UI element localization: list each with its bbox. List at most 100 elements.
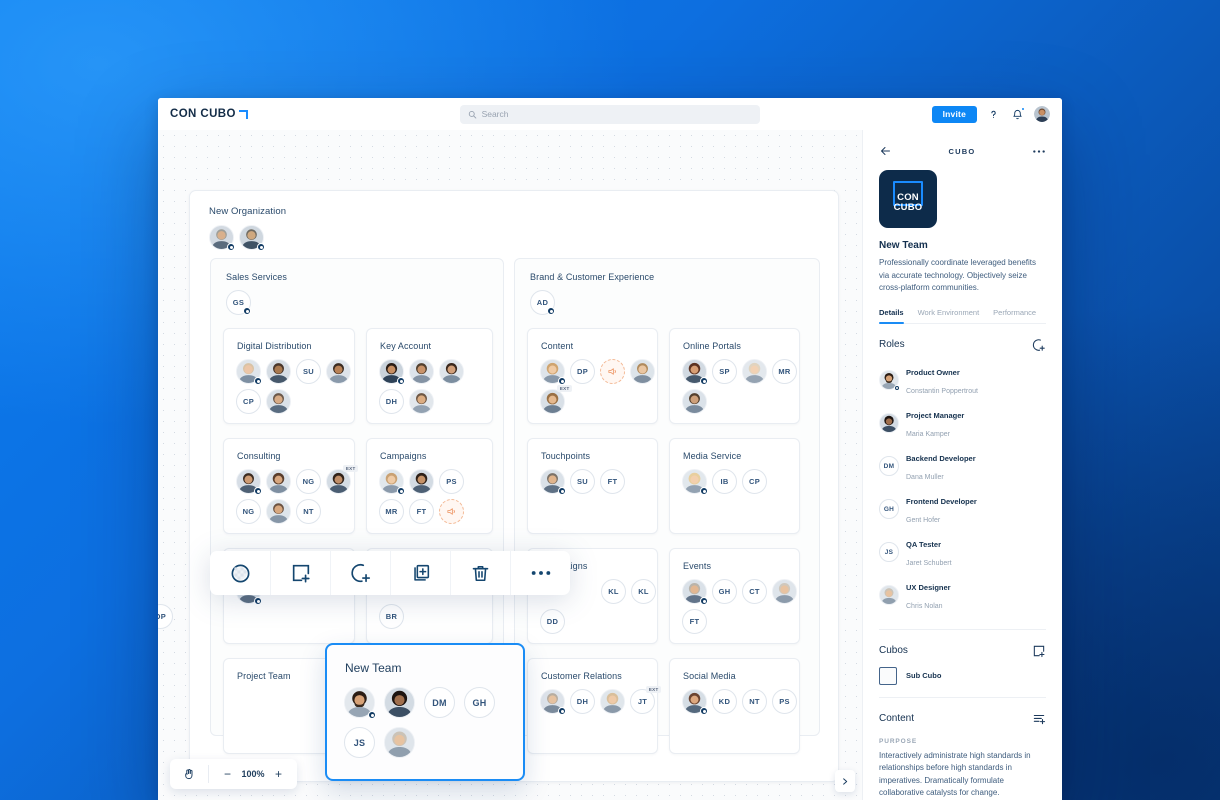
avatar[interactable]: BR bbox=[379, 604, 404, 629]
avatar[interactable] bbox=[682, 359, 708, 385]
avatar[interactable] bbox=[209, 225, 235, 251]
list-item[interactable]: Product Owner Constantin Poppertrout bbox=[879, 359, 1046, 402]
team-card-events[interactable]: Events GH CT FT bbox=[669, 548, 800, 644]
avatar[interactable]: AD bbox=[530, 290, 555, 315]
avatar[interactable]: SU bbox=[570, 469, 595, 494]
avatar[interactable] bbox=[742, 359, 767, 384]
app-logo[interactable]: CON CUBO bbox=[170, 108, 248, 120]
avatar[interactable]: KD bbox=[712, 689, 737, 714]
avatar[interactable] bbox=[409, 389, 434, 414]
add-frame-tool[interactable] bbox=[270, 551, 330, 595]
arrow-left-icon[interactable] bbox=[879, 145, 892, 157]
selected-team-card-new-team[interactable]: New Team DM GH JS bbox=[325, 643, 525, 781]
avatar-placeholder[interactable] bbox=[439, 499, 464, 524]
avatar[interactable]: EXT bbox=[326, 465, 358, 494]
avatar[interactable]: EXT bbox=[540, 385, 572, 414]
team-card-digital-distribution[interactable]: Digital Distribution SU CP bbox=[223, 328, 355, 424]
avatar[interactable]: MR bbox=[379, 499, 404, 524]
avatar[interactable]: CP bbox=[236, 389, 261, 414]
avatar[interactable]: KL bbox=[631, 579, 656, 604]
avatar[interactable] bbox=[239, 225, 265, 251]
next-page-button[interactable] bbox=[835, 770, 855, 792]
notification-bell-icon[interactable] bbox=[1010, 106, 1025, 122]
avatar[interactable]: JS bbox=[344, 727, 375, 758]
avatar[interactable] bbox=[1034, 106, 1050, 122]
avatar[interactable] bbox=[266, 469, 291, 494]
avatar[interactable] bbox=[682, 389, 707, 414]
avatar[interactable]: PS bbox=[439, 469, 464, 494]
avatar[interactable]: FT bbox=[600, 469, 625, 494]
team-card-content[interactable]: Content DP EXT bbox=[527, 328, 658, 424]
tab-details[interactable]: Details bbox=[879, 308, 904, 324]
avatar[interactable] bbox=[379, 359, 405, 385]
avatar[interactable] bbox=[379, 469, 405, 495]
avatar[interactable] bbox=[409, 469, 434, 494]
avatar[interactable]: NT bbox=[742, 689, 767, 714]
avatar[interactable] bbox=[682, 689, 708, 715]
team-card-online-portals[interactable]: Online Portals SP MR bbox=[669, 328, 800, 424]
avatar[interactable] bbox=[682, 579, 708, 605]
avatar[interactable] bbox=[682, 469, 708, 495]
team-card-key-account[interactable]: Key Account DH bbox=[366, 328, 493, 424]
avatar[interactable]: DH bbox=[570, 689, 595, 714]
avatar[interactable] bbox=[266, 499, 291, 524]
add-content-icon[interactable] bbox=[1032, 712, 1046, 726]
avatar[interactable] bbox=[409, 359, 434, 384]
duplicate-tool[interactable] bbox=[390, 551, 450, 595]
more-horizontal-icon[interactable] bbox=[1032, 149, 1046, 154]
avatar[interactable] bbox=[236, 469, 262, 495]
avatar[interactable]: KL bbox=[601, 579, 626, 604]
avatar[interactable]: GS bbox=[226, 290, 251, 315]
avatar[interactable]: CT bbox=[742, 579, 767, 604]
tab-performance[interactable]: Performance bbox=[993, 308, 1036, 323]
list-item[interactable]: Project Manager Maria Kamper bbox=[879, 402, 1046, 445]
avatar[interactable]: NG bbox=[236, 499, 261, 524]
avatar[interactable]: DP bbox=[158, 604, 173, 629]
avatar[interactable] bbox=[326, 359, 351, 384]
org-chart-canvas[interactable]: New Organization Sales Services GS Digit… bbox=[158, 130, 862, 800]
list-item[interactable]: GH Frontend Developer Gent Hofer bbox=[879, 488, 1046, 531]
delete-tool[interactable] bbox=[450, 551, 510, 595]
avatar[interactable]: DM bbox=[424, 687, 455, 718]
add-role-icon[interactable] bbox=[1032, 338, 1046, 352]
avatar[interactable] bbox=[772, 579, 797, 604]
list-item[interactable]: DM Backend Developer Dana Muller bbox=[879, 445, 1046, 488]
add-role-tool[interactable] bbox=[330, 551, 390, 595]
avatar[interactable]: SP bbox=[712, 359, 737, 384]
team-card-campaigns[interactable]: Campaigns PS MR FT bbox=[366, 438, 493, 534]
avatar[interactable]: JT EXT bbox=[630, 686, 661, 714]
avatar[interactable] bbox=[600, 689, 625, 714]
list-item[interactable]: JS QA Tester Jaret Schubert bbox=[879, 531, 1046, 574]
team-card-customer-relations[interactable]: Customer Relations DH JT EXT bbox=[527, 658, 661, 754]
zoom-out-button[interactable]: − bbox=[220, 767, 235, 782]
avatar[interactable] bbox=[266, 389, 291, 414]
avatar[interactable]: NG bbox=[296, 469, 321, 494]
avatar[interactable]: DD bbox=[540, 609, 565, 634]
avatar[interactable]: IB bbox=[712, 469, 737, 494]
list-item[interactable]: Sub Cubo bbox=[879, 666, 1046, 685]
avatar[interactable]: DP bbox=[570, 359, 595, 384]
zoom-in-button[interactable]: + bbox=[271, 767, 286, 782]
search-input[interactable] bbox=[481, 109, 752, 119]
avatar[interactable]: SU bbox=[296, 359, 321, 384]
avatar[interactable] bbox=[540, 689, 566, 715]
avatar[interactable] bbox=[236, 359, 262, 385]
avatar[interactable]: PS bbox=[772, 689, 797, 714]
avatar[interactable] bbox=[384, 687, 415, 718]
avatar[interactable]: GH bbox=[712, 579, 737, 604]
avatar[interactable] bbox=[540, 469, 566, 495]
avatar[interactable] bbox=[439, 359, 464, 384]
tab-work-environment[interactable]: Work Environment bbox=[918, 308, 980, 323]
avatar[interactable]: GH bbox=[464, 687, 495, 718]
avatar[interactable]: MR bbox=[772, 359, 797, 384]
help-icon[interactable] bbox=[986, 107, 1001, 122]
avatar[interactable] bbox=[384, 727, 415, 758]
invite-button[interactable]: Invite bbox=[931, 105, 977, 123]
color-picker-tool[interactable] bbox=[210, 551, 270, 595]
avatar[interactable]: FT bbox=[409, 499, 434, 524]
team-card-media-service[interactable]: Media Service IB CP bbox=[669, 438, 800, 534]
avatar[interactable]: CP bbox=[742, 469, 767, 494]
avatar[interactable]: DH bbox=[379, 389, 404, 414]
avatar[interactable]: NT bbox=[296, 499, 321, 524]
avatar[interactable] bbox=[540, 359, 566, 385]
